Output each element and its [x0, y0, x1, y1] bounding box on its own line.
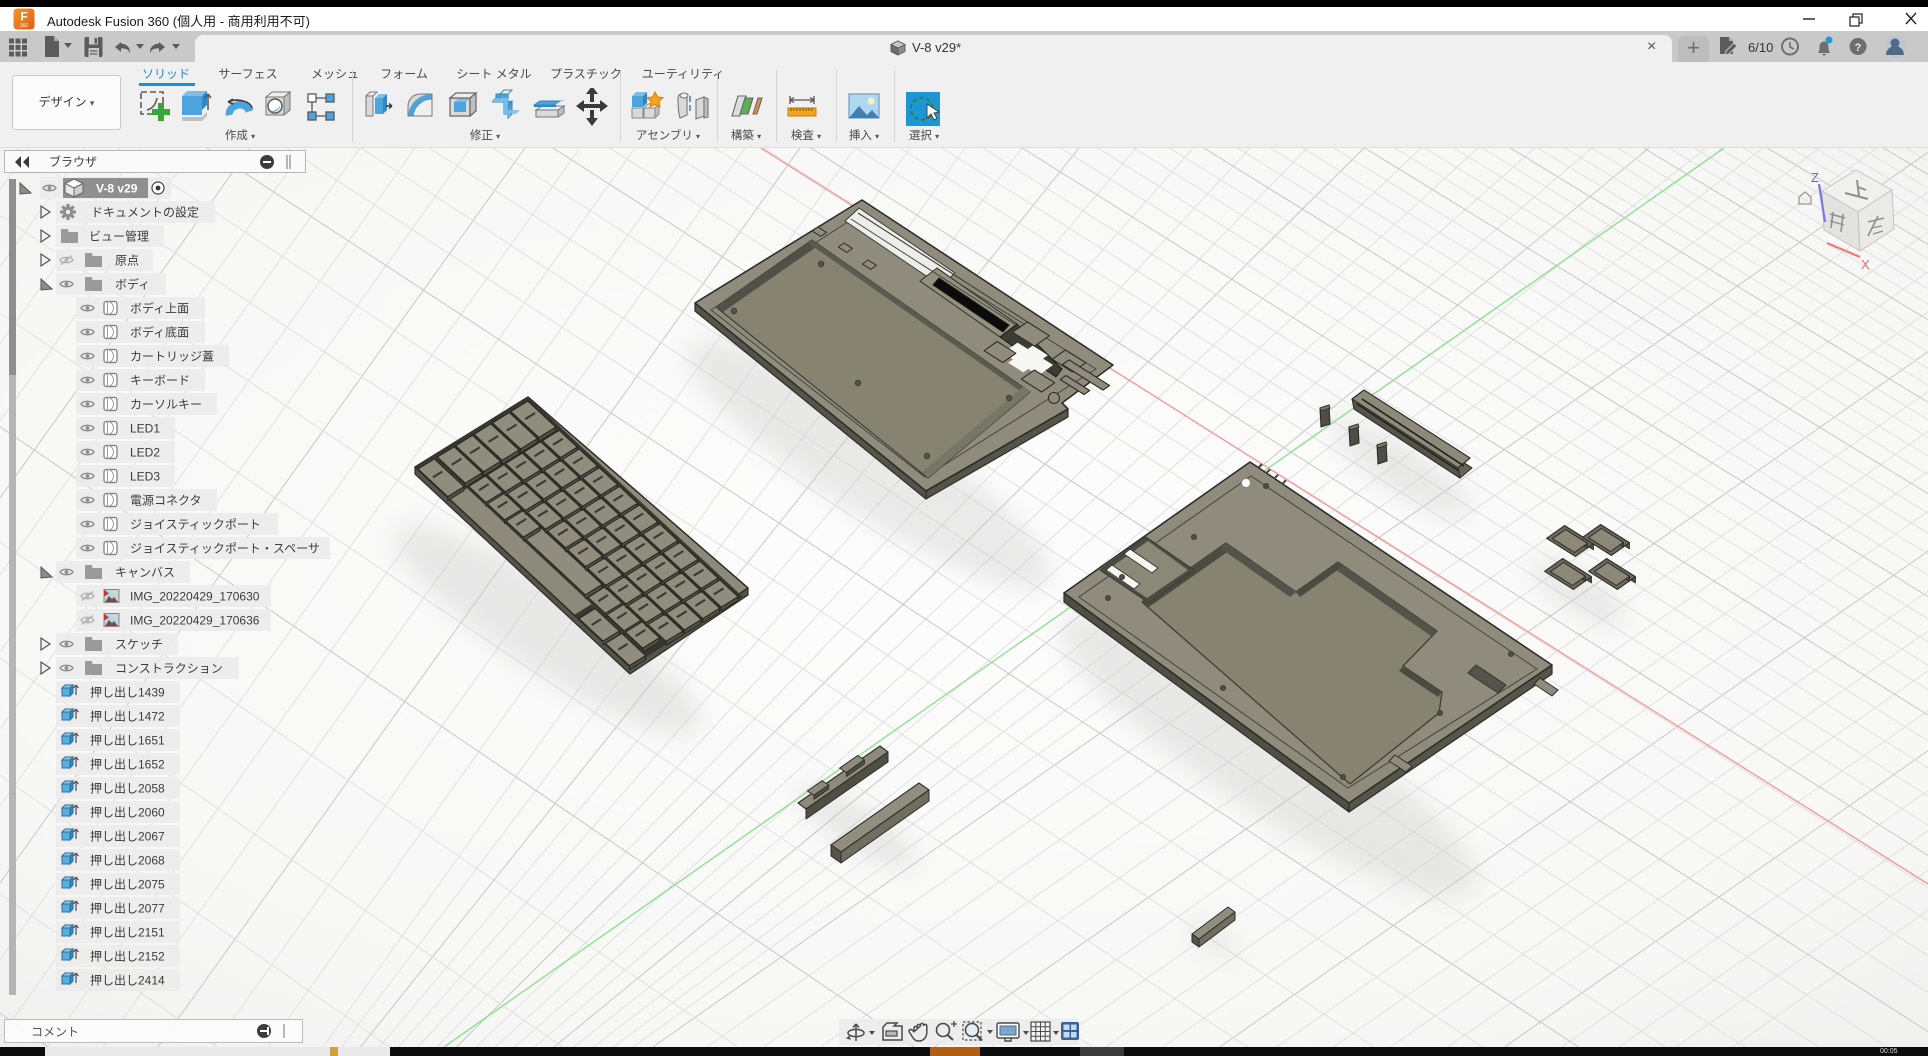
svg-text:ボディ底面: ボディ底面 — [130, 325, 189, 340]
svg-text:押し出し2152: 押し出し2152 — [90, 950, 165, 964]
svg-text:押し出し2068: 押し出し2068 — [90, 854, 165, 868]
svg-text:原点: 原点 — [115, 254, 139, 268]
svg-text:360: 360 — [20, 23, 29, 29]
svg-text:ボディ: ボディ — [115, 277, 150, 292]
svg-text:押し出し1651: 押し出し1651 — [90, 734, 165, 748]
svg-text:押し出し1439: 押し出し1439 — [90, 686, 165, 700]
svg-text:押し出し2075: 押し出し2075 — [90, 878, 165, 892]
svg-text:押し出し2060: 押し出し2060 — [90, 806, 165, 820]
svg-text:キーボード: キーボード — [130, 374, 190, 388]
svg-text:カーソルキー: カーソルキー — [130, 398, 202, 412]
svg-text:コンストラクション: コンストラクション — [115, 662, 223, 676]
svg-text:押し出し2058: 押し出し2058 — [90, 782, 165, 796]
svg-text:ジョイスティックポート・スペーサ: ジョイスティックポート・スペーサ — [130, 542, 320, 556]
svg-text:電源コネクタ: 電源コネクタ — [130, 494, 202, 508]
svg-text:ビュー管理: ビュー管理 — [89, 229, 149, 244]
svg-text:押し出し2414: 押し出し2414 — [90, 974, 165, 988]
svg-text:ジョイスティックポート: ジョイスティックポート — [130, 518, 261, 532]
svg-text:ボディ上面: ボディ上面 — [130, 301, 189, 316]
svg-text:LED2: LED2 — [130, 446, 160, 460]
svg-text:スケッチ: スケッチ — [115, 638, 163, 652]
svg-text:ドキュメントの設定: ドキュメントの設定 — [91, 205, 199, 220]
svg-text:キャンバス: キャンバス — [115, 566, 175, 580]
svg-text:?: ? — [1855, 42, 1862, 54]
svg-text:6/10: 6/10 — [1748, 40, 1773, 55]
svg-text:押し出し2077: 押し出し2077 — [90, 902, 165, 916]
svg-text:押し出し1472: 押し出し1472 — [90, 710, 165, 724]
svg-text:押し出し2067: 押し出し2067 — [90, 830, 165, 844]
svg-text:F: F — [20, 10, 27, 24]
svg-text:X: X — [1861, 257, 1870, 272]
svg-text:LED1: LED1 — [130, 422, 160, 436]
svg-text:カートリッジ蓋: カートリッジ蓋 — [130, 350, 214, 364]
svg-text:押し出し1652: 押し出し1652 — [90, 758, 165, 772]
svg-text:LED3: LED3 — [130, 470, 160, 484]
svg-text:押し出し2151: 押し出し2151 — [90, 926, 165, 940]
svg-text:V-8 v29: V-8 v29 — [96, 182, 138, 196]
svg-text:IMG_20220429_170636: IMG_20220429_170636 — [130, 614, 260, 628]
svg-text:Z: Z — [1811, 170, 1819, 185]
svg-text:IMG_20220429_170630: IMG_20220429_170630 — [130, 590, 260, 604]
